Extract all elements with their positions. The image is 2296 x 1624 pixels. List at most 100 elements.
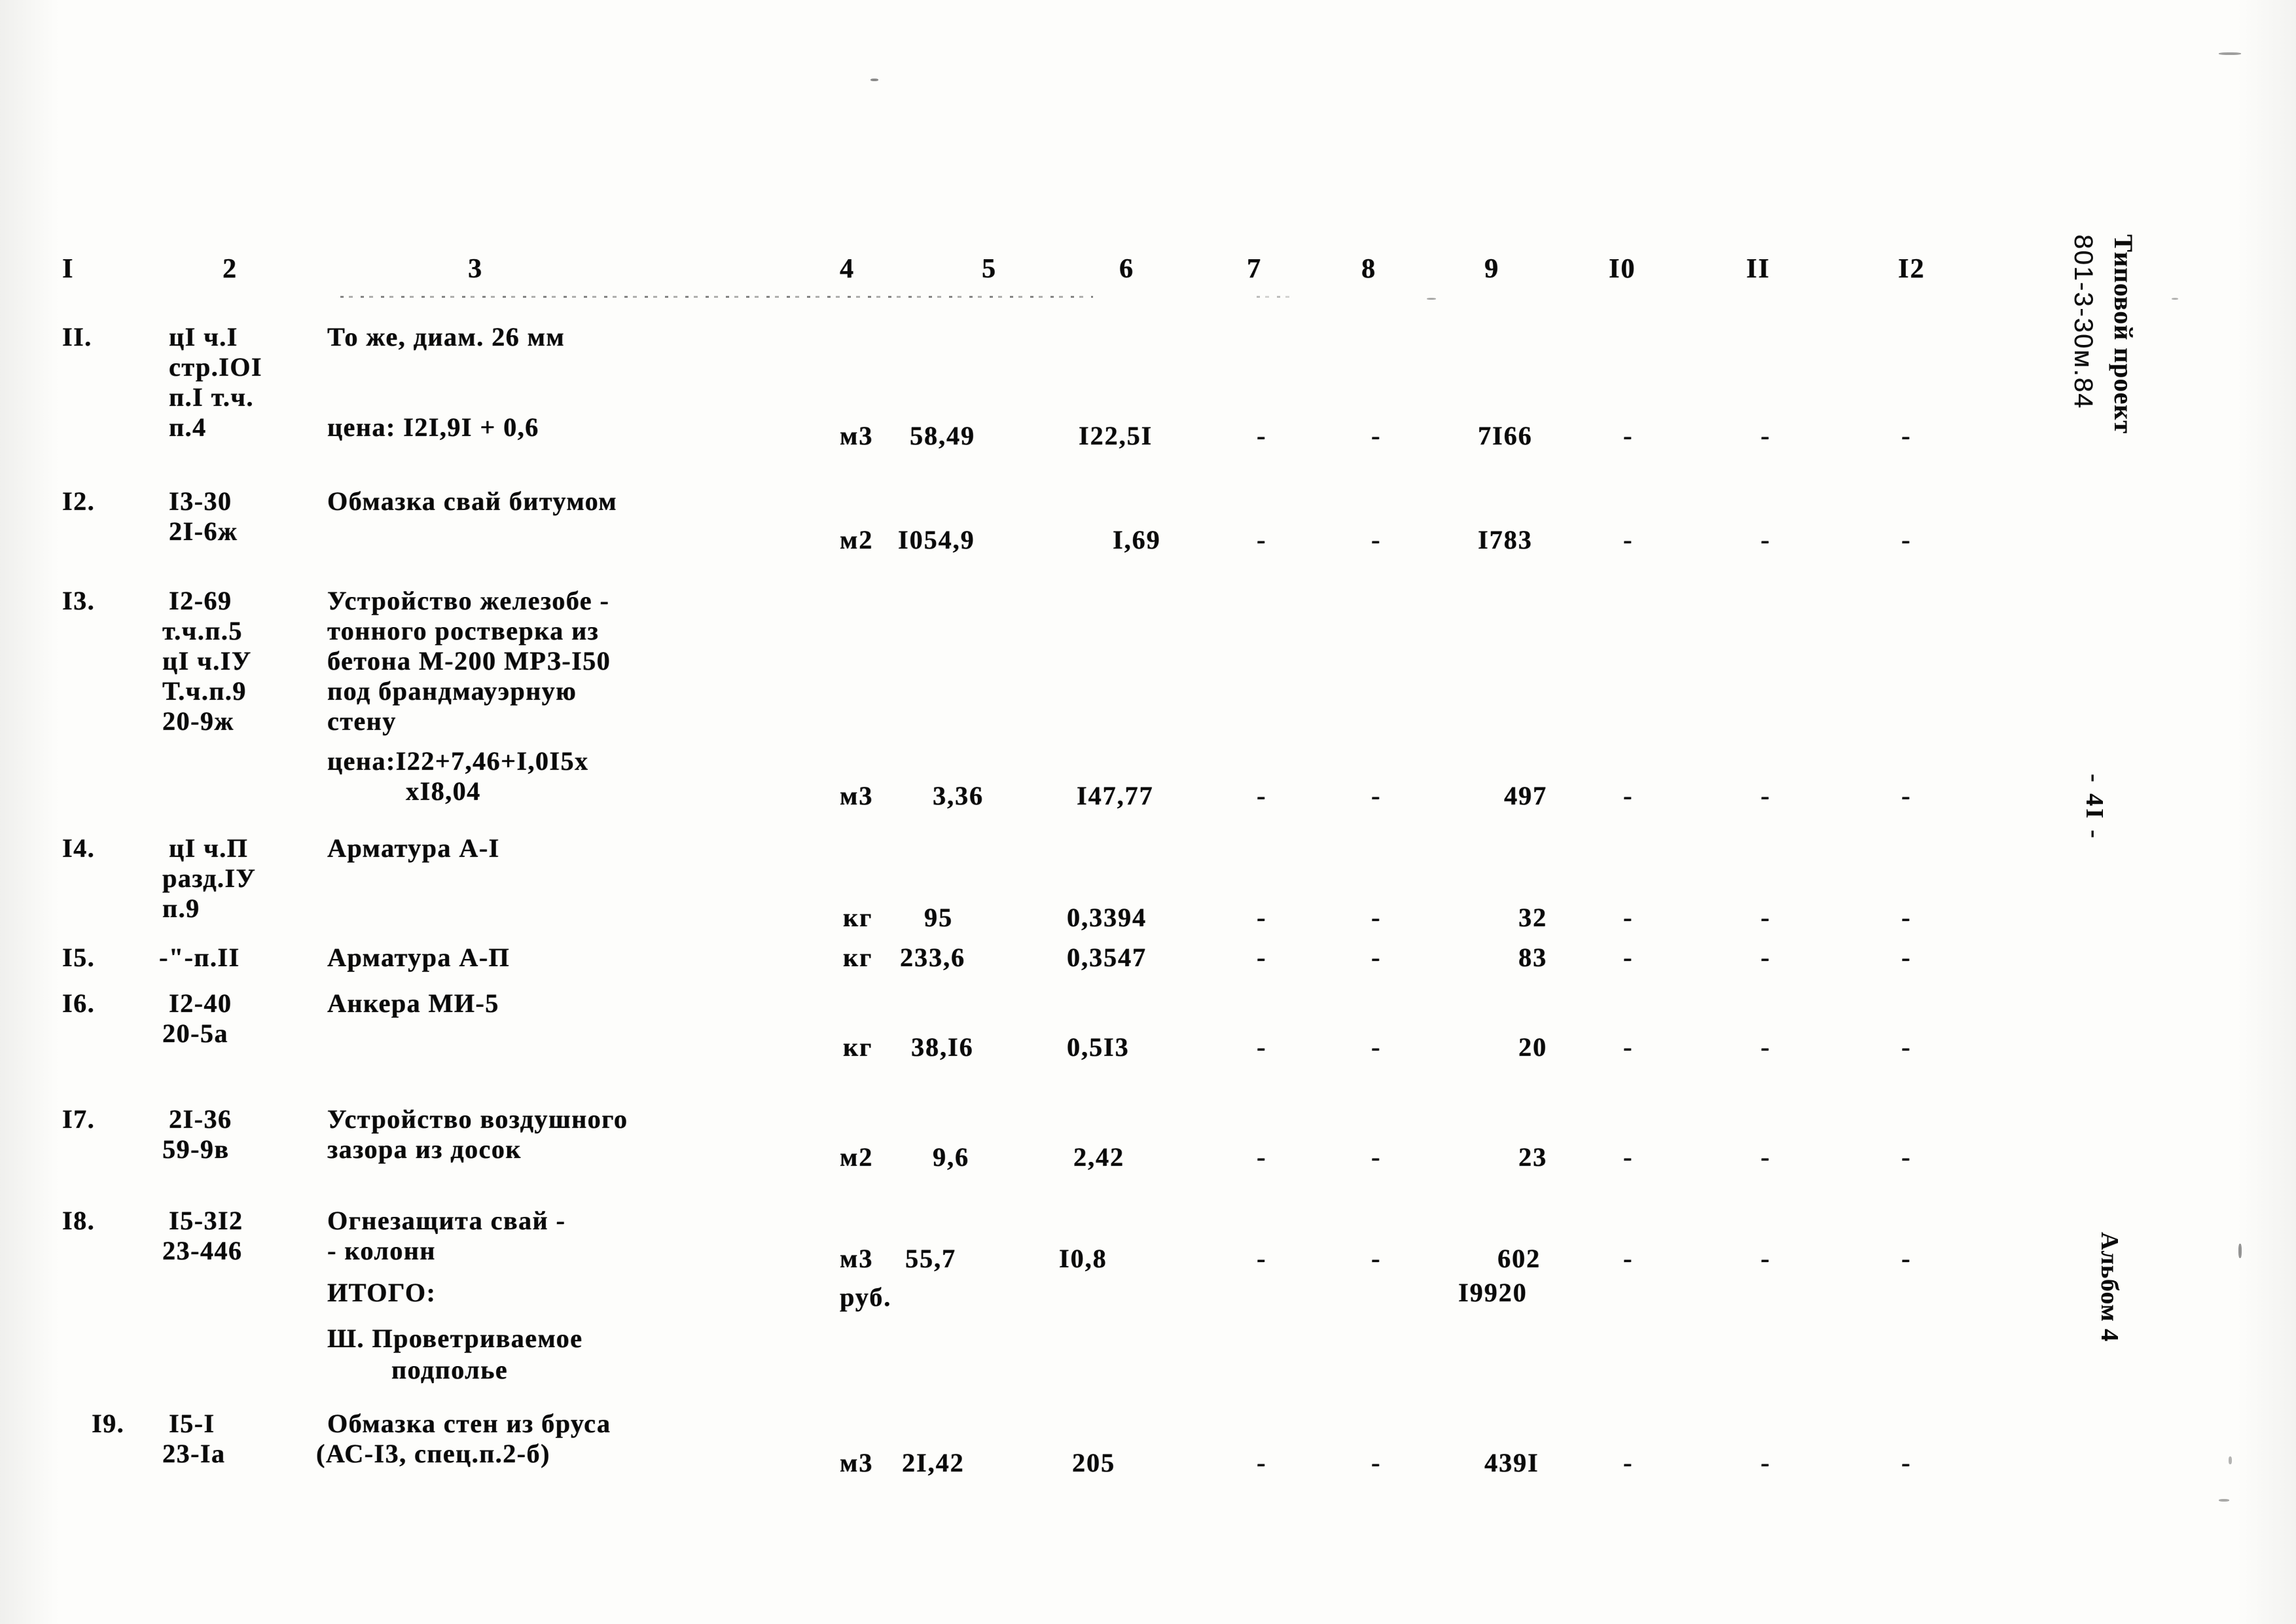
row-no: I5.: [62, 943, 96, 972]
row-price: 0,3547: [1067, 943, 1147, 972]
row-unit: м2: [840, 525, 874, 554]
column-header-2: 2: [223, 254, 238, 284]
row-qty: 233,6: [900, 943, 965, 972]
row-col12: -: [1901, 1448, 1912, 1477]
row-no: I4.: [62, 833, 96, 863]
row-col7: -: [1257, 421, 1267, 450]
row-col7: -: [1257, 1142, 1267, 1172]
row-col12: -: [1901, 1032, 1912, 1062]
row-col12: -: [1901, 1244, 1912, 1273]
row-total: 497: [1504, 781, 1547, 810]
row-code-line: цI ч.IУ: [162, 646, 252, 676]
row-price: 2,42: [1073, 1142, 1124, 1172]
row-total: 83: [1518, 943, 1547, 972]
row-col8: -: [1371, 1244, 1382, 1273]
row-col7: -: [1257, 781, 1267, 810]
row-price: I,69: [1113, 525, 1161, 554]
column-header-3: 3: [468, 254, 483, 284]
row-qty: 2I,42: [902, 1448, 965, 1477]
row-unit: кг: [843, 943, 873, 972]
row-price: 0,3394: [1067, 903, 1147, 932]
row-total: 439I: [1484, 1448, 1539, 1477]
subtotal-label: ИТОГО:: [327, 1278, 437, 1307]
subtotal-unit: руб.: [840, 1282, 892, 1312]
column-header-12: I2: [1898, 254, 1926, 284]
row-col11: -: [1761, 943, 1771, 972]
row-col12: -: [1901, 525, 1912, 554]
subtotal-value: I9920: [1458, 1278, 1528, 1307]
row-col10: -: [1623, 1244, 1634, 1273]
row-code-line: I5-3I2: [169, 1206, 243, 1235]
row-col8: -: [1371, 1142, 1382, 1172]
row-qty: 58,49: [910, 421, 975, 450]
row-col12: -: [1901, 1142, 1912, 1172]
row-total: 32: [1518, 903, 1547, 932]
row-code-line: 20-5а: [162, 1019, 228, 1048]
row-desc-line: Арматура А-I: [327, 833, 500, 863]
row-desc-line: тонного ростверка из: [327, 616, 600, 645]
column-header-5: 5: [982, 254, 997, 284]
row-price: I47,77: [1077, 781, 1154, 810]
column-header-4: 4: [840, 254, 855, 284]
row-code-line: разд.IУ: [162, 863, 257, 893]
row-col8: -: [1371, 525, 1382, 554]
row-code-line: Т.ч.п.9: [162, 676, 247, 706]
row-col10: -: [1623, 1448, 1634, 1477]
row-col8: -: [1371, 1032, 1382, 1062]
row-col12: -: [1901, 421, 1912, 450]
row-price: 205: [1072, 1448, 1115, 1477]
row-col11: -: [1761, 525, 1771, 554]
row-desc-line: (АС-I3, спец.п.2-б): [316, 1439, 550, 1468]
row-desc-line: Устройство железобе -: [327, 586, 610, 615]
row-total: I783: [1478, 525, 1533, 554]
row-code-line: п.4: [169, 412, 207, 442]
row-code-line: цI ч.П: [169, 833, 249, 863]
row-qty: 3,36: [933, 781, 984, 810]
column-header-8: 8: [1361, 254, 1376, 284]
row-unit: м3: [840, 1448, 874, 1477]
row-desc-line: цена:I22+7,46+I,0I5х: [327, 746, 589, 776]
row-desc-line: бетона М-200 МРЗ-I50: [327, 646, 611, 676]
row-no: I9.: [92, 1409, 125, 1438]
row-desc-line: - колонн: [327, 1236, 436, 1265]
row-col12: -: [1901, 781, 1912, 810]
project-code-stamp: 801-3-30м.84: [2069, 234, 2098, 410]
row-total: 20: [1518, 1032, 1547, 1062]
column-header-9: 9: [1484, 254, 1499, 284]
row-col7: -: [1257, 1244, 1267, 1273]
page-left-shadow: [0, 0, 59, 1624]
project-title-stamp: Типовой проект: [2109, 234, 2138, 434]
header-rule: [340, 296, 1093, 298]
row-col10: -: [1623, 525, 1634, 554]
row-code-line: 2I-6ж: [169, 516, 238, 546]
row-desc-line: Огнезащита свай -: [327, 1206, 566, 1235]
row-total: 602: [1498, 1244, 1541, 1273]
row-col10: -: [1623, 943, 1634, 972]
row-col7: -: [1257, 1032, 1267, 1062]
row-col8: -: [1371, 903, 1382, 932]
row-col8: -: [1371, 1448, 1382, 1477]
row-no: I3.: [62, 586, 96, 615]
row-no: I8.: [62, 1206, 96, 1235]
row-col11: -: [1761, 1244, 1771, 1273]
row-col11: -: [1761, 781, 1771, 810]
row-desc-line: Обмазка стен из бруса: [327, 1409, 611, 1438]
column-header-1: I: [62, 254, 75, 284]
row-desc-line: Арматура А-П: [327, 943, 511, 972]
row-col11: -: [1761, 1032, 1771, 1062]
row-col10: -: [1623, 781, 1634, 810]
row-col7: -: [1257, 525, 1267, 554]
row-desc-line: Устройство воздушного: [327, 1104, 628, 1134]
row-col10: -: [1623, 1032, 1634, 1062]
header-rule-fragment: [1257, 296, 1296, 298]
page-right-shadow: [2237, 0, 2296, 1624]
row-code-line: 59-9в: [162, 1134, 230, 1164]
row-col10: -: [1623, 421, 1634, 450]
column-header-11: II: [1746, 254, 1770, 284]
row-col12: -: [1901, 943, 1912, 972]
section-heading-line2: подполье: [391, 1355, 508, 1384]
row-code-line: 20-9ж: [162, 706, 234, 736]
row-qty: 55,7: [905, 1244, 956, 1273]
row-qty: 9,6: [933, 1142, 969, 1172]
row-code-line: т.ч.п.5: [162, 616, 243, 645]
